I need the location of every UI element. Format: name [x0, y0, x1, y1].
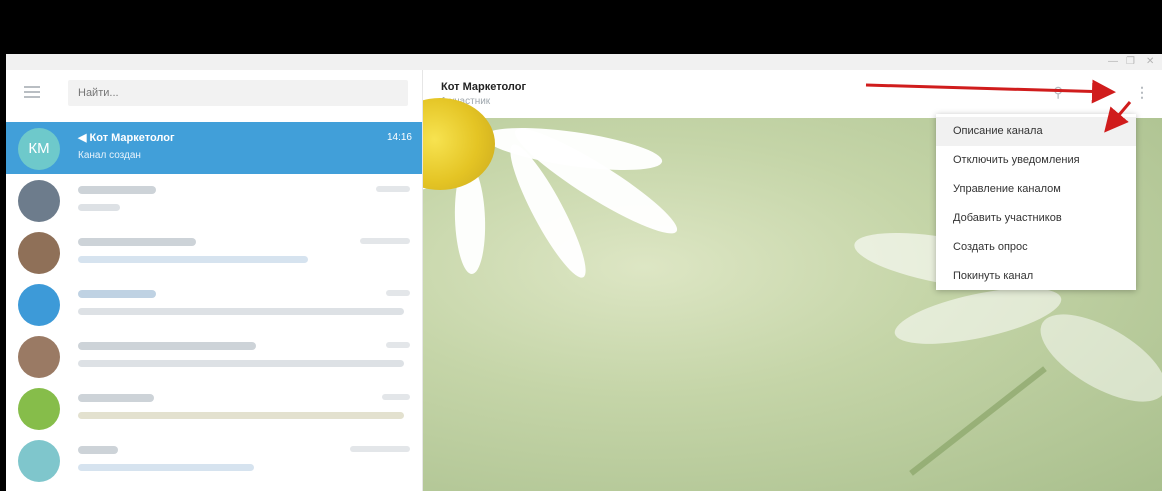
- blurred-text: [350, 446, 410, 452]
- search-icon[interactable]: ⚲: [1053, 84, 1063, 101]
- hamburger-icon[interactable]: [24, 86, 40, 100]
- list-item[interactable]: [6, 330, 422, 382]
- blurred-text: [78, 464, 254, 471]
- avatar: [18, 388, 60, 430]
- maximize-icon[interactable]: ❐: [1126, 55, 1135, 69]
- chat-item-active[interactable]: КМ ◀ Кот Маркетолог 14:16 Канал создан: [6, 122, 422, 174]
- columns-icon[interactable]: ▭: [1095, 84, 1108, 101]
- blurred-text: [386, 342, 410, 348]
- close-icon[interactable]: ✕: [1146, 55, 1154, 69]
- menu-item-manage-channel[interactable]: Управление каналом: [936, 175, 1136, 204]
- menu-item-leave-channel[interactable]: Покинуть канал: [936, 262, 1136, 291]
- search-row: [6, 70, 422, 118]
- blurred-text: [78, 412, 404, 419]
- chat-list-panel: КМ ◀ Кот Маркетолог 14:16 Канал создан: [6, 70, 423, 491]
- blurred-text: [78, 446, 118, 454]
- blurred-text: [78, 204, 120, 211]
- menu-item-create-poll[interactable]: Создать опрос: [936, 233, 1136, 262]
- blurred-text: [78, 342, 256, 350]
- search-input[interactable]: [68, 80, 408, 106]
- megaphone-icon: ◀: [78, 132, 87, 144]
- blurred-text: [78, 186, 156, 194]
- chat-time: 14:16: [386, 132, 412, 143]
- channel-title[interactable]: Кот Маркетолог: [441, 81, 526, 93]
- channel-context-menu: Описание канала Отключить уведомления Уп…: [936, 114, 1136, 290]
- blurred-text: [360, 238, 410, 244]
- blurred-text: [376, 186, 410, 192]
- avatar: [18, 336, 60, 378]
- list-item[interactable]: [6, 226, 422, 278]
- daisy-stem: [909, 366, 1047, 476]
- chat-preview: Канал создан: [78, 150, 141, 161]
- menu-item-add-members[interactable]: Добавить участников: [936, 204, 1136, 233]
- chat-title: ◀ Кот Маркетолог: [78, 131, 175, 144]
- daisy-petal: [1027, 297, 1162, 419]
- chat-header: Кот Маркетолог 1 участник ⚲ ▭ ⋮: [423, 70, 1162, 118]
- chat-name: Кот Маркетолог: [89, 132, 175, 144]
- minimize-icon[interactable]: —: [1108, 55, 1118, 69]
- avatar: [18, 232, 60, 274]
- blurred-text: [78, 238, 196, 246]
- blurred-text: [386, 290, 410, 296]
- blurred-text: [78, 394, 154, 402]
- avatar: КМ: [18, 128, 60, 170]
- blurred-text: [78, 290, 156, 298]
- avatar: [18, 284, 60, 326]
- list-item[interactable]: [6, 382, 422, 434]
- more-vertical-icon[interactable]: ⋮: [1135, 84, 1149, 101]
- blurred-text: [78, 308, 404, 315]
- blurred-text: [78, 256, 308, 263]
- blurred-text: [382, 394, 410, 400]
- screenshot-frame: — ❐ ✕ КМ ◀ Кот Маркетолог 14:16 Канал со…: [0, 0, 1162, 491]
- menu-item-mute-notifications[interactable]: Отключить уведомления: [936, 146, 1136, 175]
- menu-item-channel-description[interactable]: Описание канала: [936, 117, 1136, 146]
- avatar: [18, 440, 60, 482]
- avatar: [18, 180, 60, 222]
- list-item[interactable]: [6, 278, 422, 330]
- title-bar: — ❐ ✕: [6, 54, 1162, 70]
- list-item[interactable]: [6, 174, 422, 226]
- blurred-text: [78, 360, 404, 367]
- list-item[interactable]: [6, 434, 422, 486]
